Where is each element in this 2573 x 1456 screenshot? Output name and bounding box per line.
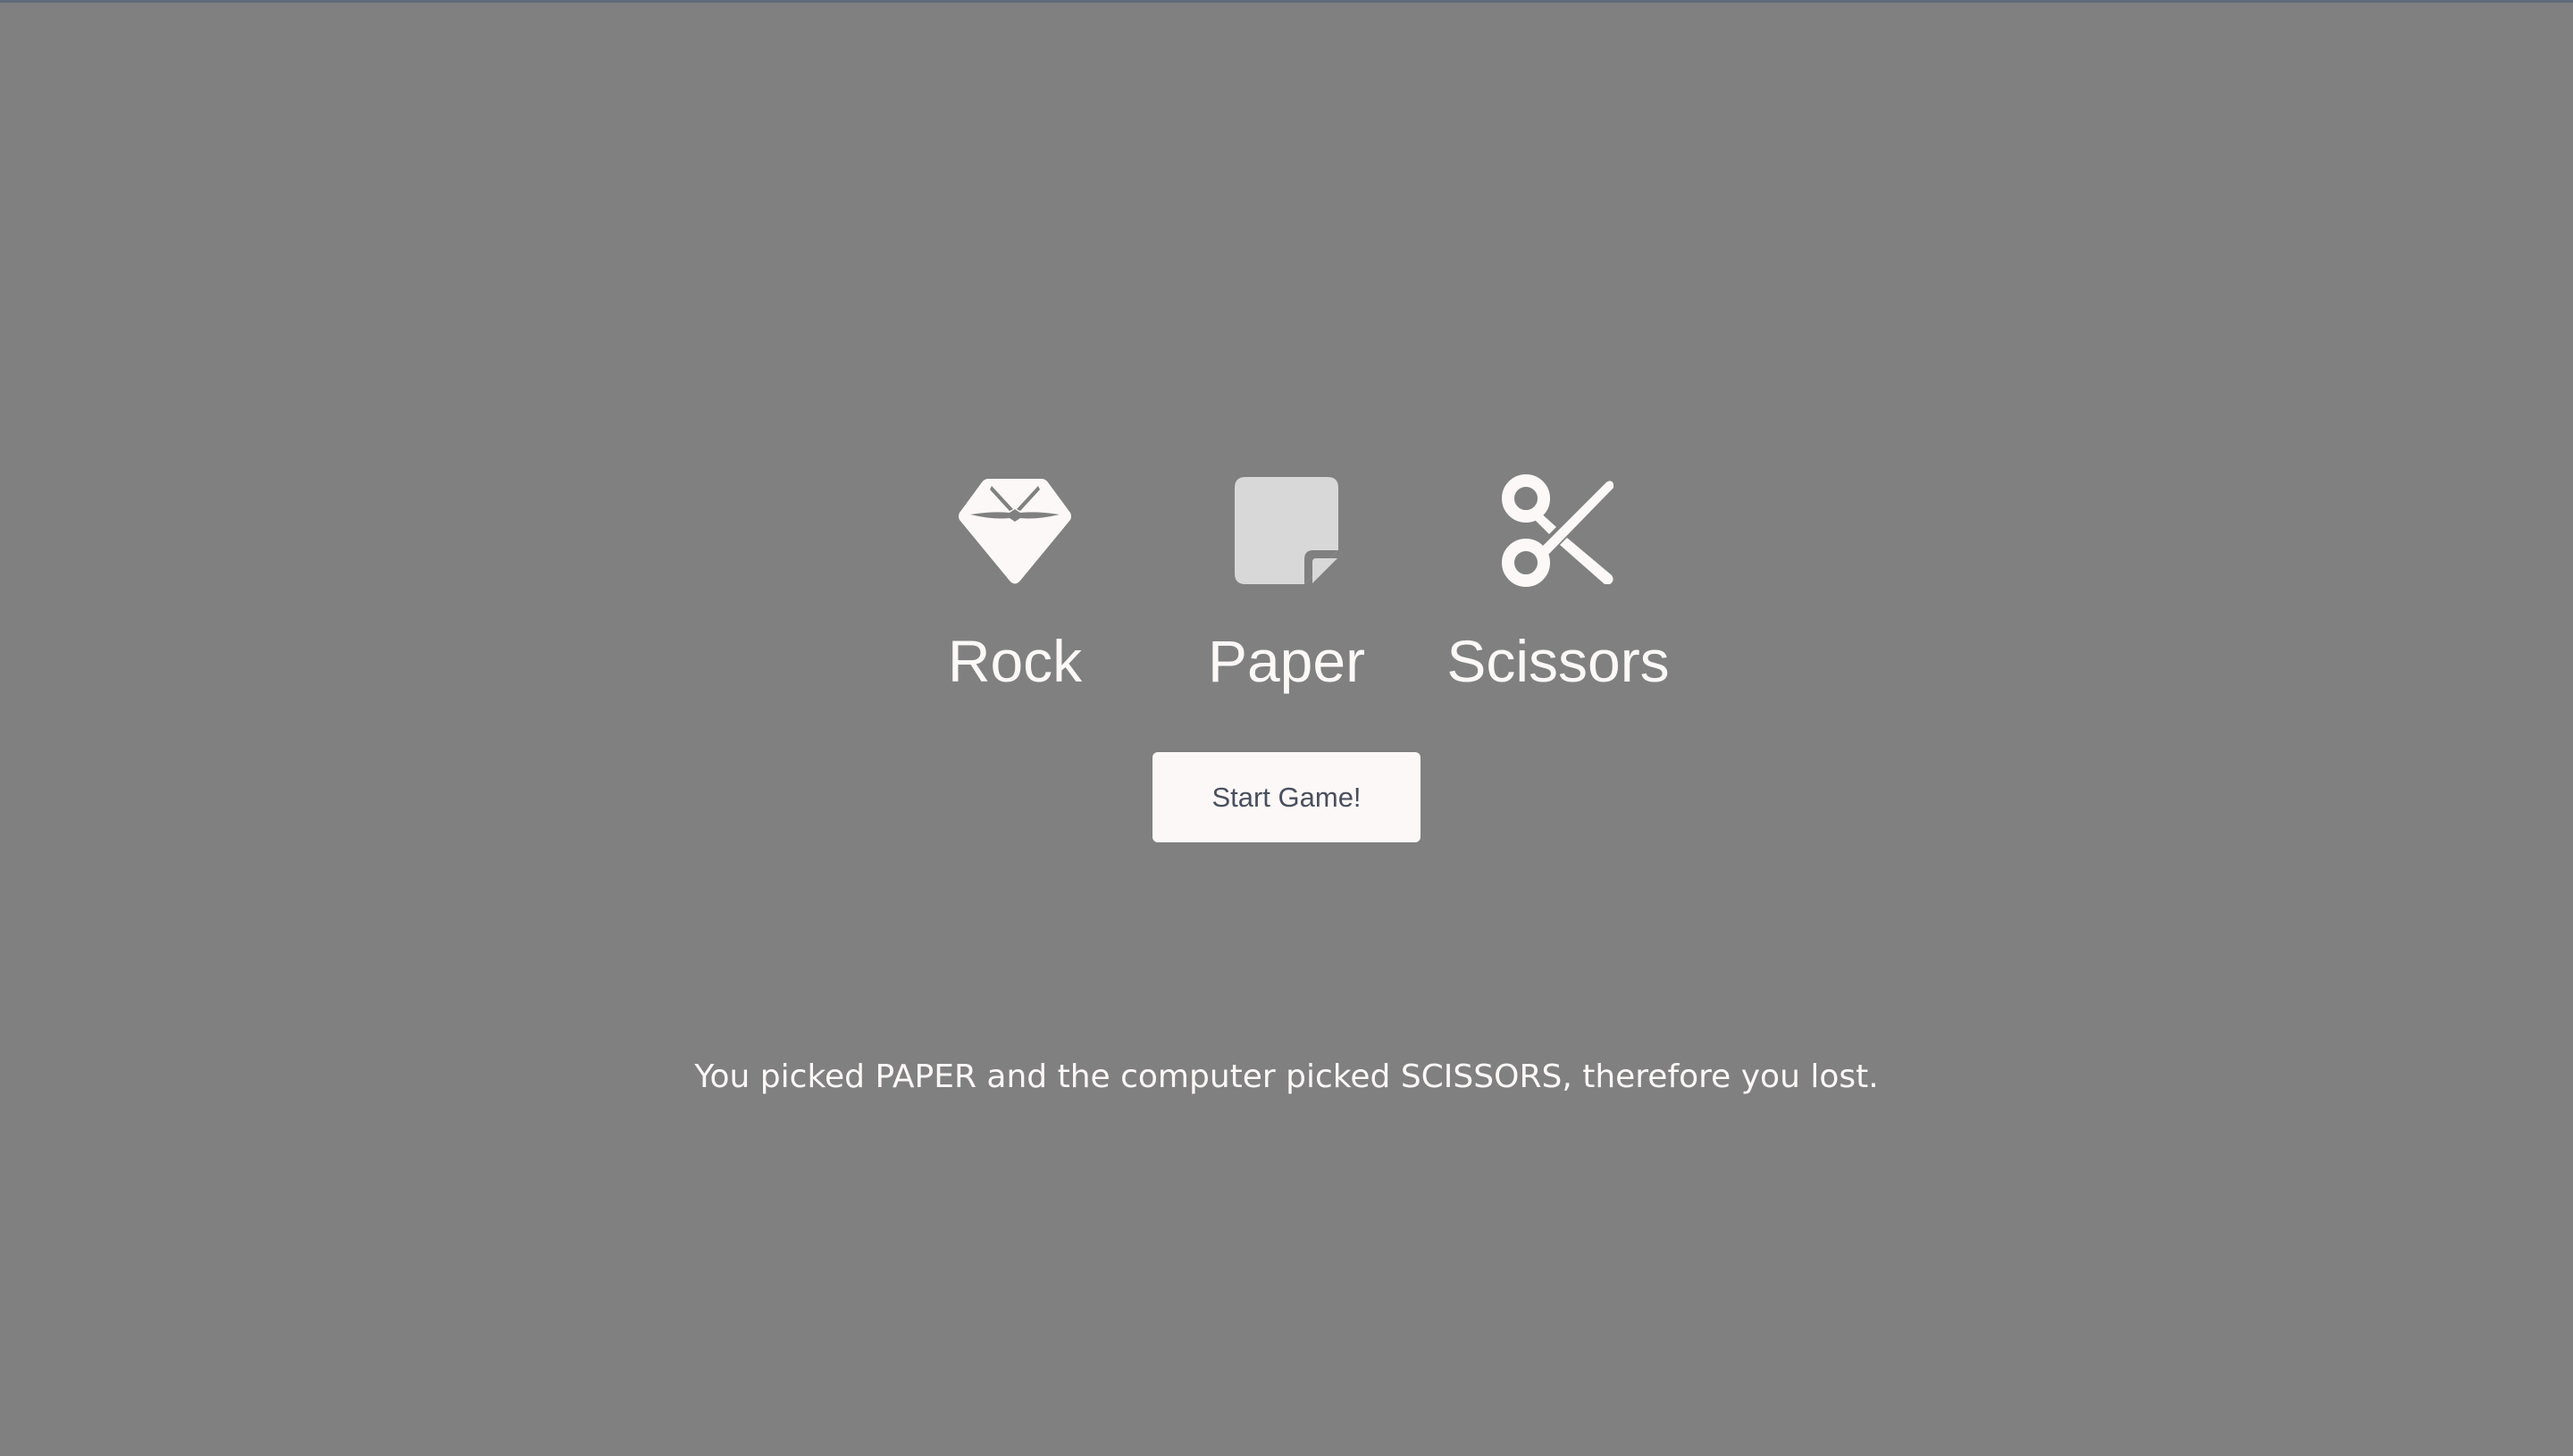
- choice-rock-label: Rock: [947, 628, 1083, 694]
- note-icon: [1229, 473, 1344, 588]
- choice-scissors-label: Scissors: [1446, 628, 1670, 694]
- gem-icon: [958, 473, 1072, 588]
- choice-paper[interactable]: Paper: [1152, 473, 1421, 706]
- choices-row: Rock Paper Scissors: [0, 473, 2573, 706]
- choice-scissors[interactable]: Scissors: [1424, 473, 1692, 706]
- choice-rock[interactable]: Rock: [881, 473, 1149, 706]
- scissors-icon: [1501, 473, 1615, 588]
- choice-paper-label: Paper: [1207, 628, 1366, 694]
- window-top-border: [0, 0, 2573, 3]
- start-game-button[interactable]: Start Game!: [1152, 752, 1421, 842]
- result-message: You picked PAPER and the computer picked…: [694, 1059, 1879, 1095]
